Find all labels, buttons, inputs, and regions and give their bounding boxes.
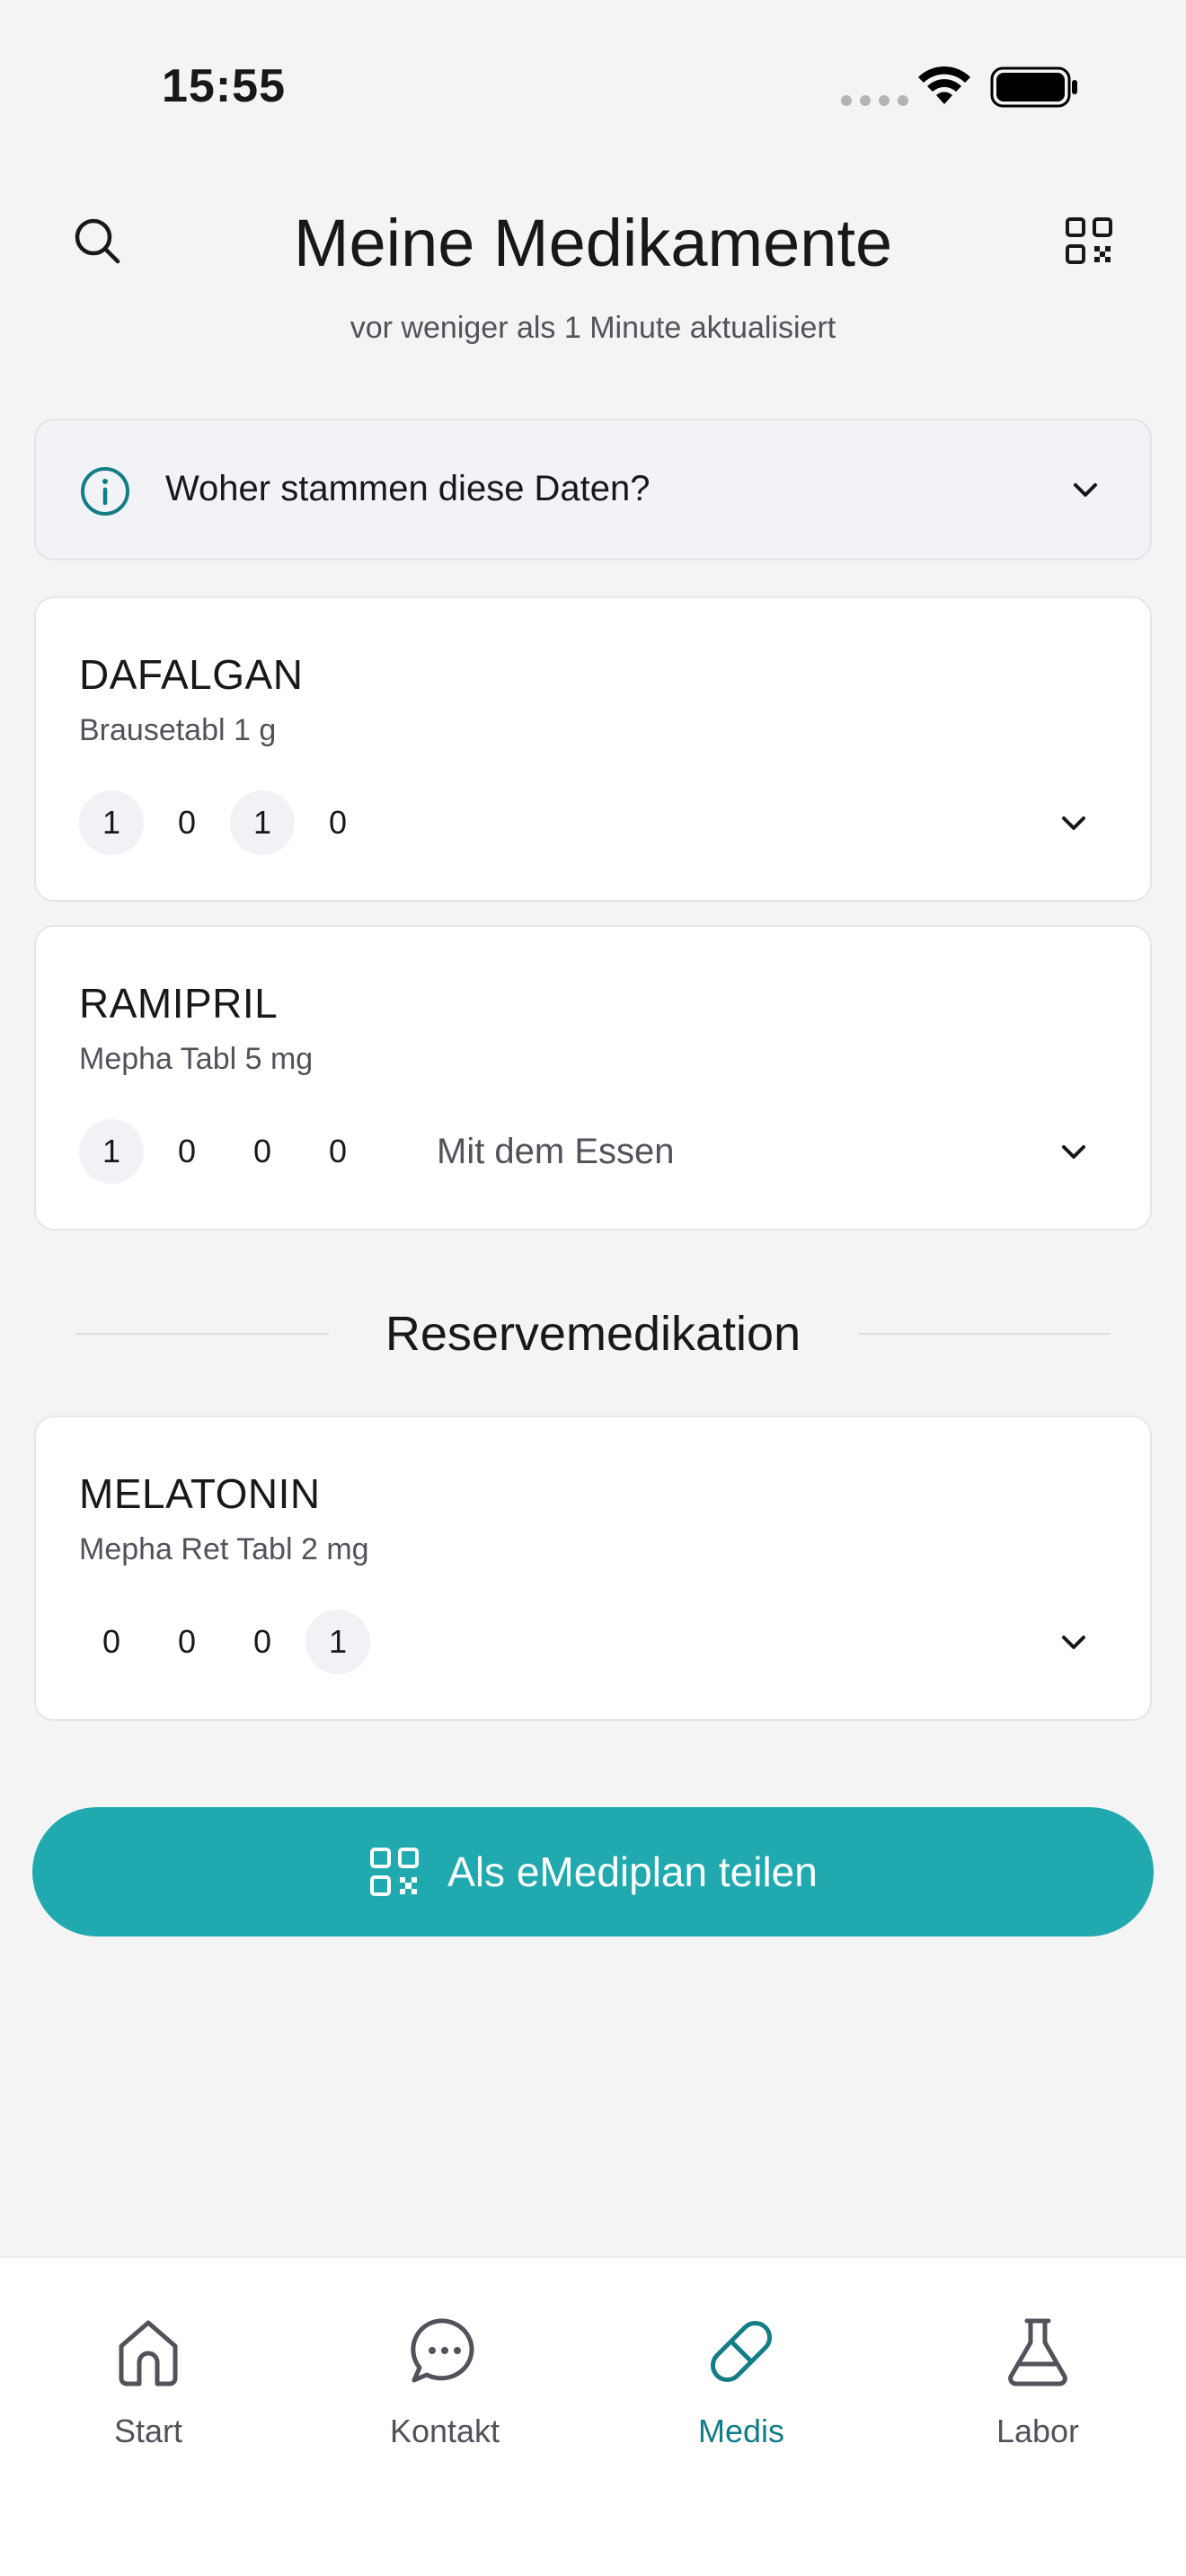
wifi-icon: [918, 66, 970, 104]
dose-morning: 1: [79, 1119, 144, 1184]
dose-noon: 0: [177, 1133, 197, 1169]
last-updated-text: vor weniger als 1 Minute aktualisiert: [350, 311, 836, 345]
tab-label: Labor: [996, 2413, 1080, 2449]
dosage-schedule: 0 0 0 1: [79, 1610, 381, 1674]
dose-night: 0: [328, 804, 348, 841]
medication-description: Brausetabl 1 g: [79, 713, 277, 747]
tab-kontakt[interactable]: Kontakt: [296, 2312, 593, 2492]
tab-labor[interactable]: Labor: [890, 2312, 1186, 2492]
medication-card[interactable]: MELATONIN Mepha Ret Tabl 2 mg 0 0 0 1: [34, 1416, 1152, 1721]
pill-icon: [710, 2320, 773, 2383]
medication-description: Mepha Tabl 5 mg: [79, 1042, 314, 1076]
qr-code-icon: [370, 1848, 420, 1896]
cellular-signal-icon: [841, 95, 908, 106]
chat-icon: [411, 2318, 474, 2383]
medication-name: RAMIPRIL: [79, 980, 279, 1027]
chevron-down-icon[interactable]: [1051, 801, 1096, 846]
status-bar: 15:55: [0, 0, 1186, 171]
dosage-schedule: 1 0 1 0: [79, 790, 381, 855]
tab-label: Start: [113, 2413, 183, 2449]
qr-code-icon: [1066, 217, 1112, 264]
medication-card[interactable]: RAMIPRIL Mepha Tabl 5 mg 1 0 0 0 Mit dem…: [34, 925, 1152, 1231]
medication-card[interactable]: DAFALGAN Brausetabl 1 g 1 0 1 0: [34, 596, 1152, 902]
chevron-down-icon: [1074, 483, 1097, 497]
status-time: 15:55: [162, 60, 286, 112]
flask-icon: [1008, 2318, 1067, 2386]
dose-noon: 0: [177, 804, 197, 841]
tab-label: Kontakt: [389, 2413, 500, 2449]
dose-night: 1: [305, 1610, 370, 1674]
dose-evening: 1: [230, 790, 295, 855]
battery-icon: [990, 66, 1077, 108]
dose-night: 0: [328, 1133, 348, 1169]
tab-start[interactable]: Start: [0, 2312, 296, 2492]
medication-name: DAFALGAN: [79, 651, 304, 698]
share-emediplan-button[interactable]: Als eMediplan teilen: [32, 1807, 1154, 1936]
share-button-label: Als eMediplan teilen: [447, 1848, 818, 1895]
data-source-question: Woher stammen diese Daten?: [165, 469, 651, 508]
section-divider-right: [859, 1333, 1111, 1335]
intake-note: Mit dem Essen: [437, 1131, 675, 1171]
home-icon: [119, 2320, 178, 2386]
dose-noon: 0: [177, 1623, 197, 1660]
medication-name: MELATONIN: [79, 1470, 321, 1517]
chevron-down-icon[interactable]: [1051, 1620, 1096, 1665]
tab-label: Medis: [697, 2413, 785, 2449]
dose-morning: 0: [102, 1623, 121, 1660]
bottom-tab-bar: Start Kontakt Medis Labor: [0, 2256, 1186, 2576]
data-source-accordion[interactable]: Woher stammen diese Daten?: [34, 419, 1152, 560]
qr-code-button[interactable]: [1057, 208, 1121, 273]
medication-description: Mepha Ret Tabl 2 mg: [79, 1532, 369, 1566]
chevron-down-icon[interactable]: [1051, 1130, 1096, 1175]
info-icon: [81, 467, 129, 516]
tab-medis[interactable]: Medis: [593, 2312, 890, 2492]
dosage-schedule: 1 0 0 0 Mit dem Essen: [79, 1119, 675, 1184]
dose-morning: 1: [79, 790, 144, 855]
medications-screen: 15:55 Meine Medikamente vor weniger als …: [0, 0, 1186, 2576]
dose-evening: 0: [252, 1133, 272, 1169]
dose-evening: 0: [252, 1623, 272, 1660]
page-title: Meine Medikamente: [293, 206, 893, 280]
